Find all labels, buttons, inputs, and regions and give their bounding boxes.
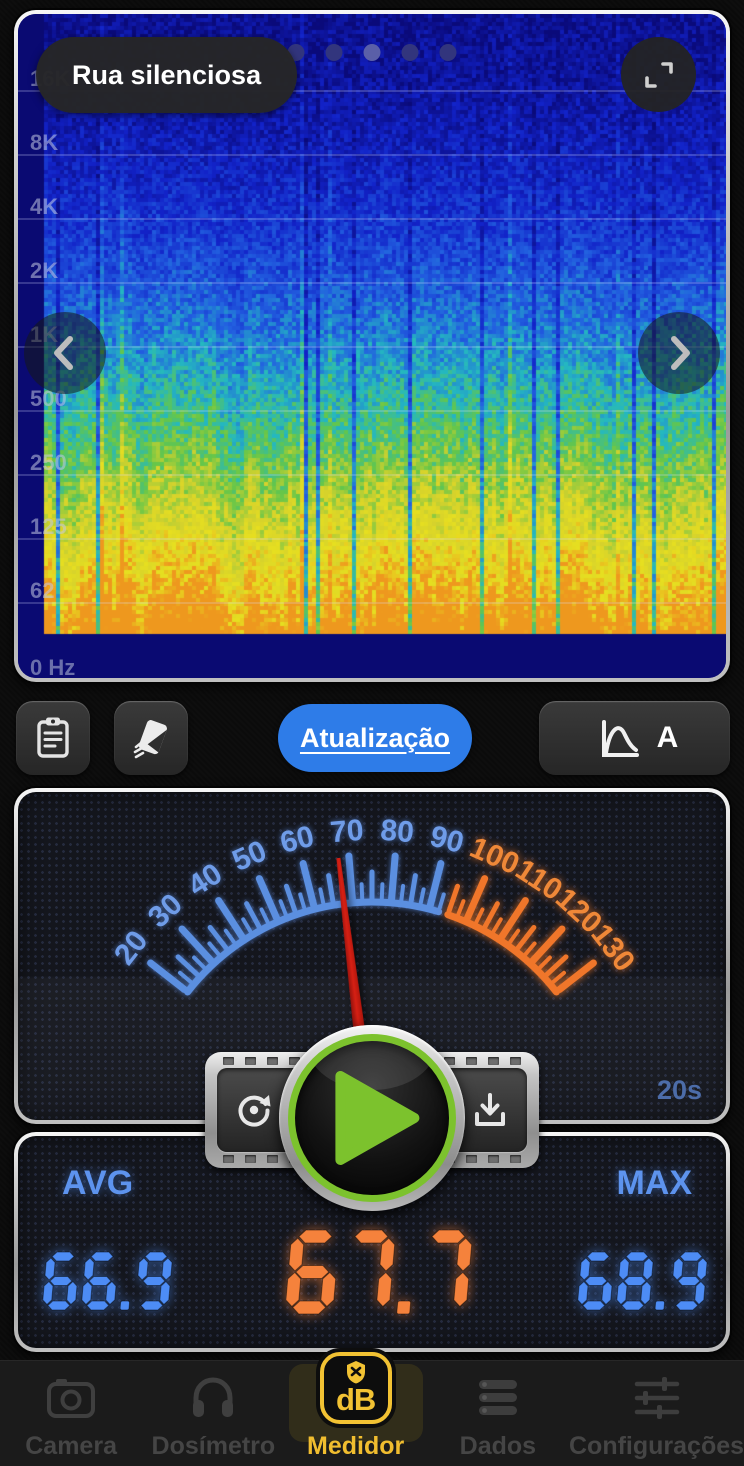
tab-label: Medidor bbox=[307, 1432, 404, 1461]
fullscreen-button[interactable] bbox=[621, 37, 696, 112]
play-icon bbox=[332, 1068, 422, 1168]
page-dot bbox=[440, 44, 457, 61]
max-value-display bbox=[576, 1250, 718, 1319]
update-button[interactable]: Atualização bbox=[278, 704, 472, 772]
weighting-label: A bbox=[657, 721, 679, 755]
tab-camera[interactable]: Camera bbox=[0, 1361, 142, 1466]
next-page-button[interactable] bbox=[638, 312, 720, 394]
tab-medidor[interactable]: dB Medidor bbox=[285, 1361, 427, 1466]
page-dots[interactable] bbox=[288, 44, 457, 61]
svg-text:40: 40 bbox=[182, 857, 228, 903]
db-app-icon: dB bbox=[320, 1352, 392, 1424]
freq-label: 2K bbox=[30, 258, 58, 284]
svg-text:60: 60 bbox=[277, 820, 317, 860]
shield-icon bbox=[345, 1360, 367, 1384]
report-button[interactable] bbox=[16, 701, 90, 775]
freq-label: 62 bbox=[30, 578, 54, 604]
tab-bar: Camera Dosímetro dB Medidor Dados Config… bbox=[0, 1360, 744, 1466]
svg-text:70: 70 bbox=[329, 814, 365, 850]
timer-label: 20s bbox=[657, 1075, 702, 1106]
freq-label: 125 bbox=[30, 514, 67, 540]
page-dot bbox=[402, 44, 419, 61]
tab-dados[interactable]: Dados bbox=[427, 1361, 569, 1466]
weighting-button[interactable]: A bbox=[539, 701, 730, 775]
tab-label: Dados bbox=[460, 1432, 536, 1461]
play-button[interactable] bbox=[279, 1025, 465, 1211]
update-label: Atualização bbox=[300, 723, 450, 754]
avg-value-display bbox=[41, 1250, 183, 1319]
save-icon bbox=[467, 1087, 513, 1133]
current-value-display bbox=[286, 1228, 485, 1323]
tab-label: Camera bbox=[25, 1432, 117, 1461]
freq-gridline bbox=[18, 538, 726, 540]
decibel-meter-app: 16K8K4K2K1K50025012562 0 Hz Rua silencio… bbox=[0, 0, 744, 1466]
perforations bbox=[223, 1057, 300, 1065]
perforations bbox=[444, 1057, 521, 1065]
headphones-icon bbox=[188, 1374, 238, 1420]
list-icon bbox=[473, 1376, 523, 1420]
freq-gridline bbox=[18, 282, 726, 284]
presets-button[interactable] bbox=[114, 701, 188, 775]
freq-label: 8K bbox=[30, 130, 58, 156]
avg-label: AVG bbox=[62, 1164, 133, 1203]
spectrogram-panel: 16K8K4K2K1K50025012562 0 Hz Rua silencio… bbox=[14, 10, 730, 682]
tab-label: Configurações bbox=[569, 1432, 744, 1461]
freq-gridline bbox=[18, 346, 726, 348]
freq-label: 250 bbox=[30, 450, 67, 476]
svg-text:50: 50 bbox=[228, 834, 272, 878]
seven-segment-digits bbox=[576, 1250, 718, 1314]
play-button-face bbox=[288, 1034, 456, 1202]
db-icon-text: dB bbox=[336, 1384, 375, 1415]
chevron-left-icon bbox=[45, 333, 85, 373]
svg-text:80: 80 bbox=[379, 814, 415, 850]
freq-gridline bbox=[18, 474, 726, 476]
expand-icon bbox=[638, 54, 680, 96]
seven-segment-digits bbox=[41, 1250, 183, 1314]
spectrogram-view[interactable]: 16K8K4K2K1K50025012562 0 Hz Rua silencio… bbox=[18, 14, 726, 678]
tab-dosimetro[interactable]: Dosímetro bbox=[142, 1361, 284, 1466]
tab-label: Dosímetro bbox=[152, 1432, 276, 1461]
page-dot bbox=[364, 44, 381, 61]
preset-label: Rua silenciosa bbox=[72, 60, 261, 91]
freq-label: 4K bbox=[30, 194, 58, 220]
page-dot bbox=[326, 44, 343, 61]
freq-gridline bbox=[18, 410, 726, 412]
reset-icon bbox=[231, 1087, 277, 1133]
cards-icon bbox=[126, 713, 176, 763]
chevron-right-icon bbox=[659, 333, 699, 373]
camera-icon bbox=[45, 1376, 97, 1420]
freq-gridline bbox=[18, 218, 726, 220]
tab-configuracoes[interactable]: Configurações bbox=[569, 1361, 744, 1466]
frequency-origin-label: 0 Hz bbox=[30, 655, 75, 678]
clipboard-icon bbox=[29, 714, 77, 762]
max-label: MAX bbox=[616, 1164, 692, 1203]
seven-segment-digits bbox=[286, 1228, 485, 1318]
freq-gridline bbox=[18, 154, 726, 156]
weighting-curve-icon bbox=[591, 712, 643, 764]
sliders-icon bbox=[631, 1376, 683, 1420]
svg-text:90: 90 bbox=[427, 820, 467, 860]
preset-pill[interactable]: Rua silenciosa bbox=[36, 37, 297, 113]
freq-gridline bbox=[18, 602, 726, 604]
prev-page-button[interactable] bbox=[24, 312, 106, 394]
